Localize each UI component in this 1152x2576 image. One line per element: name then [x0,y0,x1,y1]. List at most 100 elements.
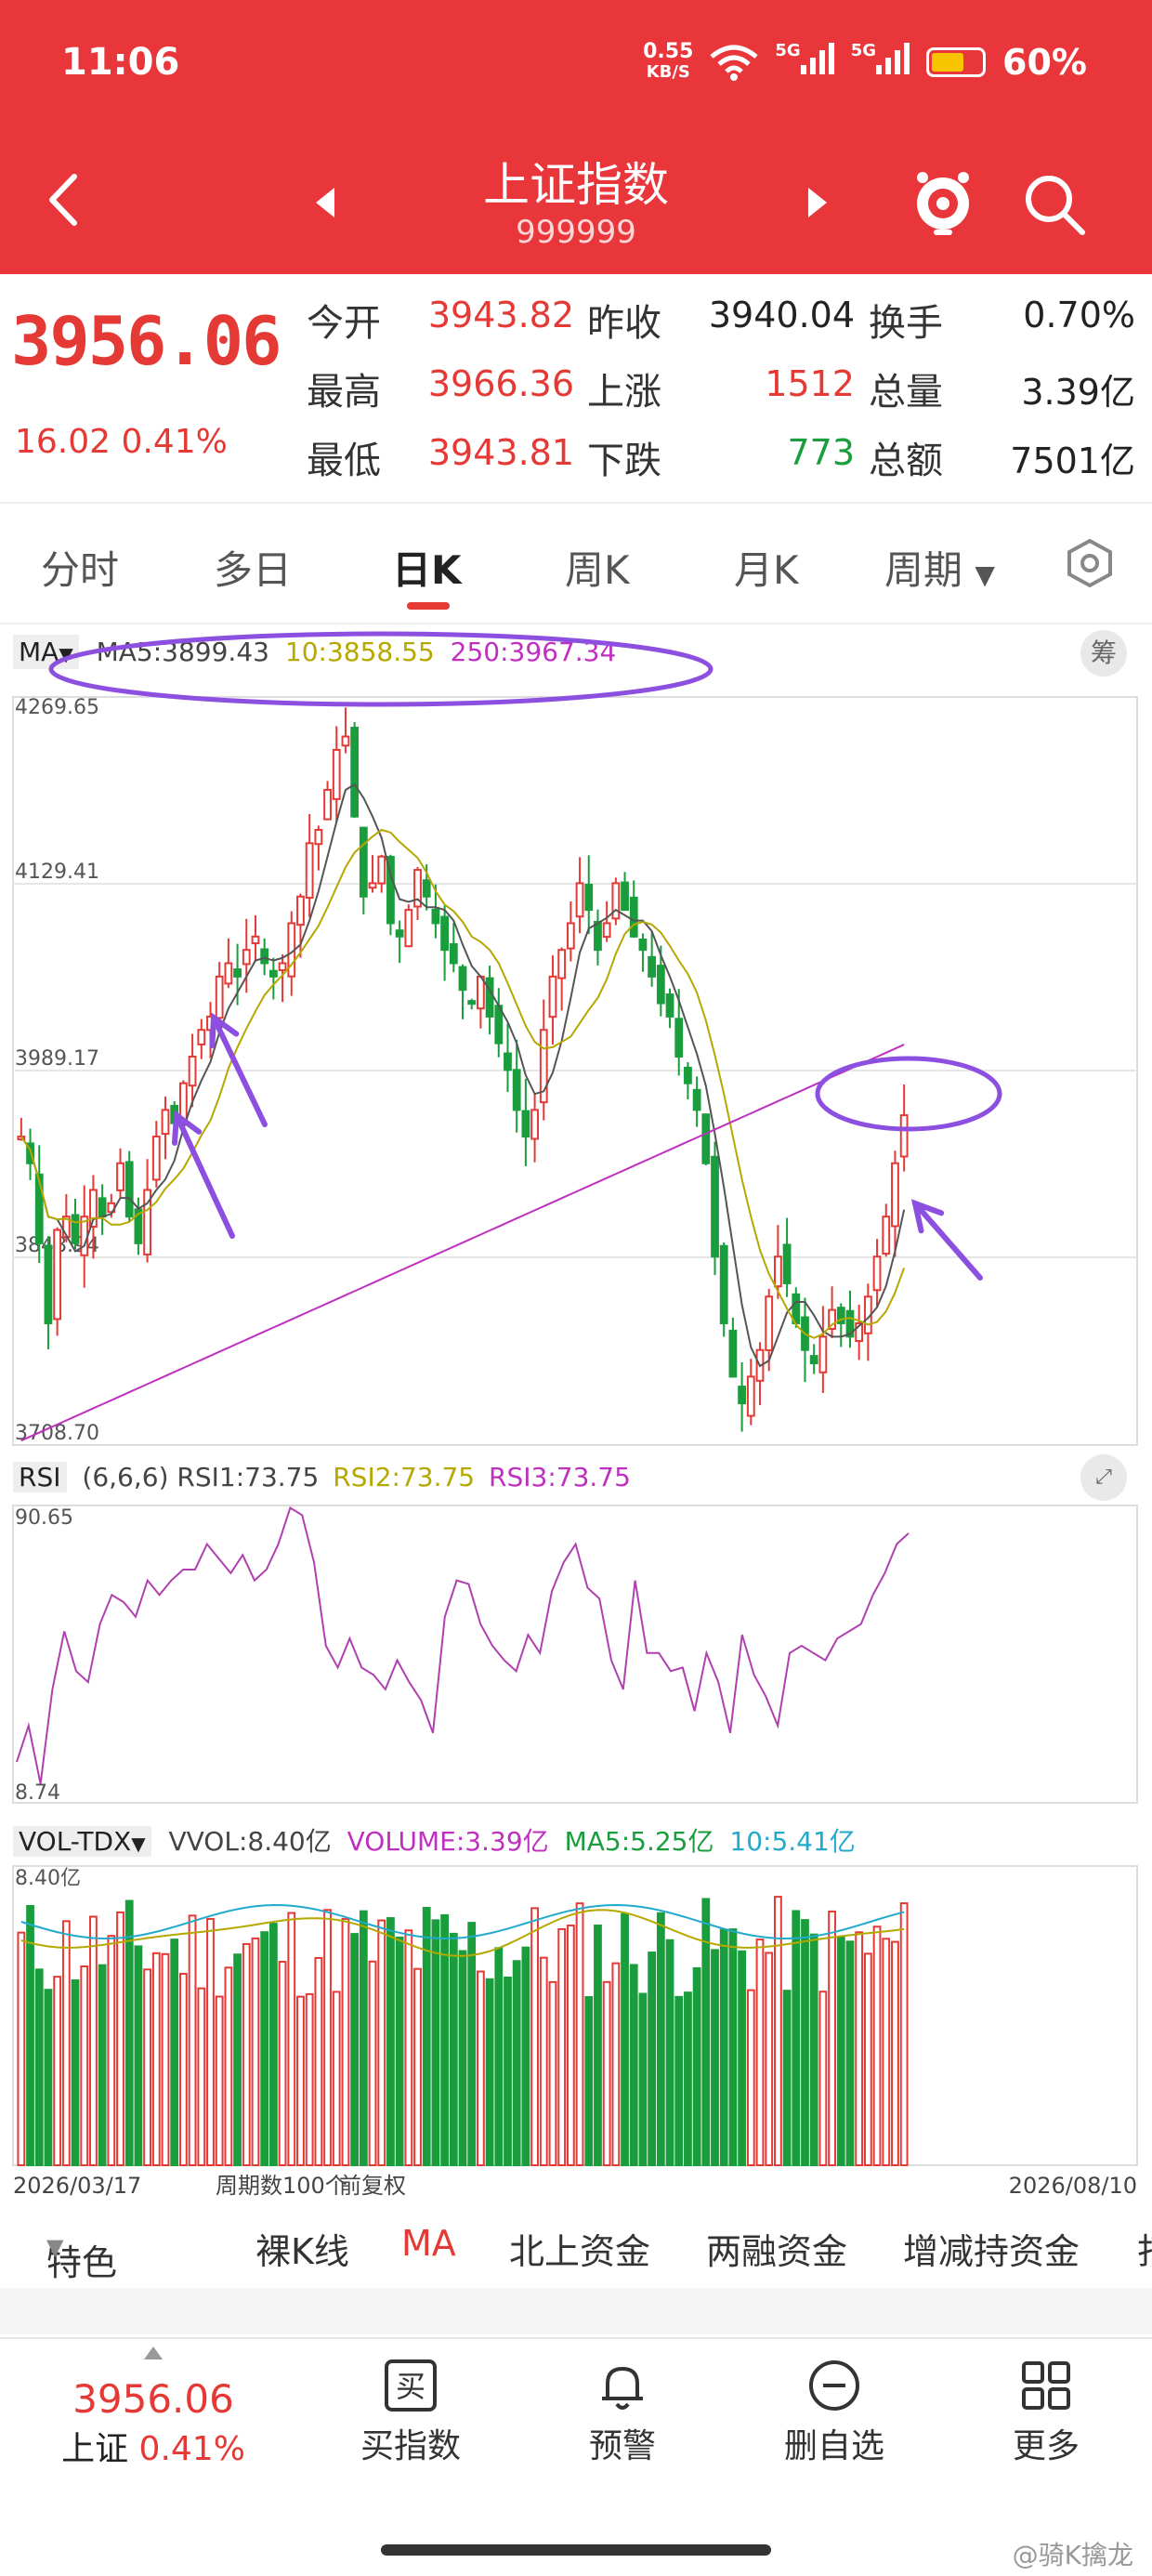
rsi-frame [12,1505,1138,1804]
volume-bar [242,1942,251,2166]
rsi-max-label: 90.65 [15,1506,73,1530]
tab-ma[interactable]: MA [401,2223,456,2264]
candle-body [566,922,575,950]
candle-body [116,1162,124,1191]
tab-daily-k[interactable]: 日K [392,539,462,596]
tab-margin-capital[interactable]: 两融资金 [706,2223,847,2274]
volume-bar [350,1933,360,2166]
volume-bar [557,1927,567,2167]
settings-hexagon-icon[interactable] [1064,537,1116,589]
volume-bar [233,1953,242,2166]
search-icon[interactable] [1017,167,1092,242]
candle-body [161,1109,170,1136]
volume-bar [377,1919,386,2166]
volume-bar [818,1991,828,2166]
volume-bar [404,1929,413,2167]
tab-multiday[interactable]: 多日 [214,539,292,596]
tab-holding-change[interactable]: 增减持资金 [903,2223,1080,2274]
adjust-mode: 前复权 [339,2173,406,2199]
active-tab-indicator [407,602,450,610]
candle-body [738,1386,746,1405]
candle-body [268,969,278,978]
candle-body [629,896,638,938]
tab-overflow[interactable]: 打 [1137,2223,1152,2274]
candle-body [350,727,360,818]
expand-icon[interactable]: ⤢ [1080,1454,1127,1501]
volume-bar [521,1946,530,2166]
home-indicator[interactable] [381,2544,771,2556]
candle-body [882,1216,891,1255]
volume-bar [449,1932,458,2166]
tab-weekly-k[interactable]: 周K [565,539,630,596]
period-count: 周期数100个 [216,2173,347,2199]
candle-body [728,1329,738,1378]
candle-body [504,1052,512,1071]
assistant-robot-icon[interactable] [906,163,980,237]
candle-body [774,1255,782,1288]
volume-bar [458,1950,467,2166]
tab-naked-k[interactable]: 裸K线 [255,2223,349,2274]
volume-bar [61,1920,71,2167]
volume-bar [629,1964,638,2167]
volume-bar [53,1976,62,2167]
status-time: 11:06 [61,41,180,84]
tab-fenshi[interactable]: 分时 [41,539,119,596]
quote-label: 今开 [307,302,381,345]
quote-value: 3943.82 [427,295,574,335]
quote-value: 3943.81 [427,432,574,473]
remove-watchlist-button[interactable]: 删自选 [741,2358,927,2467]
volume-bar [143,1968,152,2166]
next-stock-icon[interactable] [808,188,827,217]
rsi-selector[interactable]: RSI [13,1462,67,1492]
vol-selector[interactable]: VOL-TDX▼ [13,1826,151,1857]
candle-body [404,909,413,948]
candle-body [611,882,621,920]
volume-bar [872,1925,882,2166]
volume-bar [116,1911,124,2166]
candle-body [594,920,602,952]
buy-index-button[interactable]: 买 买指数 [318,2358,504,2467]
quote-label: 总量 [869,371,943,414]
kline-chart[interactable]: 4269.654129.413989.173848.943708.7090.65… [0,623,1152,2202]
candle-body [711,1155,719,1258]
volume-bar [512,1960,521,2167]
axis-end-date: 2026/08/10 [1009,2173,1137,2199]
tab-north-capital[interactable]: 北上资金 [509,2223,650,2274]
candle-body [197,1029,206,1045]
volume-bar [197,1987,206,2167]
candle-body [621,881,629,912]
quote-value: 1512 [765,363,855,404]
candle-body [341,735,350,747]
volume-bar [107,1935,116,2167]
tab-monthly-k[interactable]: 月K [734,539,799,596]
candle-body [260,948,269,965]
candle-body [323,788,332,821]
candle-body [782,1243,792,1284]
candle-body [98,1197,107,1218]
candle-body [467,1000,477,1005]
chevron-down-icon: ▼ [975,559,995,590]
candle-body [71,1214,80,1244]
volume-bar [845,1940,855,2167]
alert-button[interactable]: 预警 [530,2358,715,2467]
quote-value: 3966.36 [427,363,574,404]
volume-bar [215,1995,224,2167]
volume-bar [332,1991,341,2166]
candle-body [638,938,648,952]
chevron-down-icon: ▼ [46,2234,64,2260]
more-button[interactable]: 更多 [953,2358,1139,2467]
volume-bar [755,1939,765,2166]
candle-body [305,842,314,900]
rsi-legend: RSI (6,6,6) RSI1:73.75 RSI2:73.75 RSI3:7… [13,1462,631,1492]
status-icons: 0.55 KB/S 5G 5G 60% [643,41,1087,83]
volume-bar [314,1956,323,2166]
tab-period[interactable]: 周期 ▼ [884,539,995,596]
nav-quote[interactable]: 3956.06 上证 0.41% [56,2376,251,2470]
volume-bar [648,1952,657,2167]
candle-body [53,1229,62,1321]
volume-bar [44,1989,53,2166]
svg-text:买: 买 [396,2369,425,2404]
candle-body [719,1244,728,1324]
volume-bar [422,1907,431,2166]
annotation-arrow [174,1112,235,1239]
